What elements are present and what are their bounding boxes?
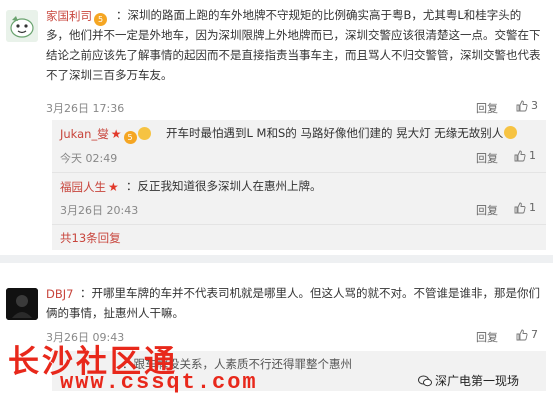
thumbs-up-icon <box>514 150 526 162</box>
reply-username[interactable]: Jukan_燮 ★ 5 <box>60 127 152 144</box>
comment-username[interactable]: DBJ7 <box>46 287 73 301</box>
comment-text-line-2: 多，他们并不一定是外地车，因为深圳限牌上外地牌而已，深圳交警应该很清楚这一点。交… <box>46 28 541 42</box>
like-button[interactable]: 7 <box>516 328 538 341</box>
like-button[interactable]: 1 <box>514 149 536 162</box>
reply-text: ：反正我知道很多深圳人在惠州上牌。 <box>126 179 322 193</box>
reply-button[interactable]: 回复 <box>476 329 498 345</box>
reply-username[interactable]: 福园人生 ★ <box>60 180 119 194</box>
like-button[interactable]: 3 <box>516 99 538 112</box>
comment-1: 家国利司 5 ：深圳的路面上跑的车外地牌不守规矩的比例确实高于粤B，尤其粤L和桂字… <box>0 0 553 255</box>
watermark-url: www.cssqt.com <box>60 370 258 395</box>
comment-text-line-1: ：深圳的路面上跑的车外地牌不守规矩的比例确实高于粤B，尤其粤L和桂字头的 <box>116 8 522 22</box>
reply-button[interactable]: 回复 <box>476 100 498 116</box>
emoji-icon <box>137 127 151 140</box>
reply-text: 开车时最怕遇到L M和S的 马路好像他们建的 晃大灯 无缘无故别人 <box>166 124 544 144</box>
reply-button[interactable]: 回复 <box>476 150 498 166</box>
thumbs-up-icon <box>514 202 526 214</box>
thumbs-up-icon <box>516 100 528 112</box>
comment-text-line-4: 不了深圳三百多万车友。 <box>46 68 173 82</box>
wechat-icon <box>418 375 432 387</box>
reply-time: 今天 02:49 <box>60 152 118 165</box>
comment-text-line-1: ：开哪里车牌的车并不代表司机就是哪里人。但这人骂的就不对。不管谁是谁非，那是你们 <box>80 286 540 300</box>
comment-time: 3月26日 17:36 <box>46 102 125 115</box>
reply-time: 3月26日 20:43 <box>60 204 139 217</box>
comment-text-line-3: 结论之前应该先了解事情的起因而不是直接指责当事车主，而且骂人不归交警管，深圳交警… <box>46 48 541 62</box>
star-icon: ★ <box>110 127 122 141</box>
avatar[interactable] <box>6 10 38 42</box>
reply-button[interactable]: 回复 <box>476 202 498 218</box>
comment-username[interactable]: 家国利司 5 <box>46 9 107 26</box>
wechat-account: 深广电第一现场 <box>418 372 519 389</box>
emoji-icon <box>504 126 518 139</box>
divider <box>52 224 546 225</box>
thumbs-up-icon <box>516 329 528 341</box>
level-badge-icon: 5 <box>123 131 137 144</box>
reply-box: Jukan_燮 ★ 5 开车时最怕遇到L M和S的 马路好像他们建的 晃大灯 无缘无… <box>52 120 546 250</box>
dark-avatar-icon <box>6 288 38 320</box>
comment-text-line-2: 俩的事情，扯惠州人干嘛。 <box>46 306 184 320</box>
divider <box>52 172 546 173</box>
like-button[interactable]: 1 <box>514 201 536 214</box>
level-badge-icon: 5 <box>94 13 107 26</box>
more-replies-link[interactable]: 共13条回复 <box>60 231 121 245</box>
star-icon: ★ <box>108 180 119 194</box>
separator <box>0 255 553 263</box>
cartoon-avatar-icon <box>6 10 38 42</box>
avatar[interactable] <box>6 288 38 320</box>
